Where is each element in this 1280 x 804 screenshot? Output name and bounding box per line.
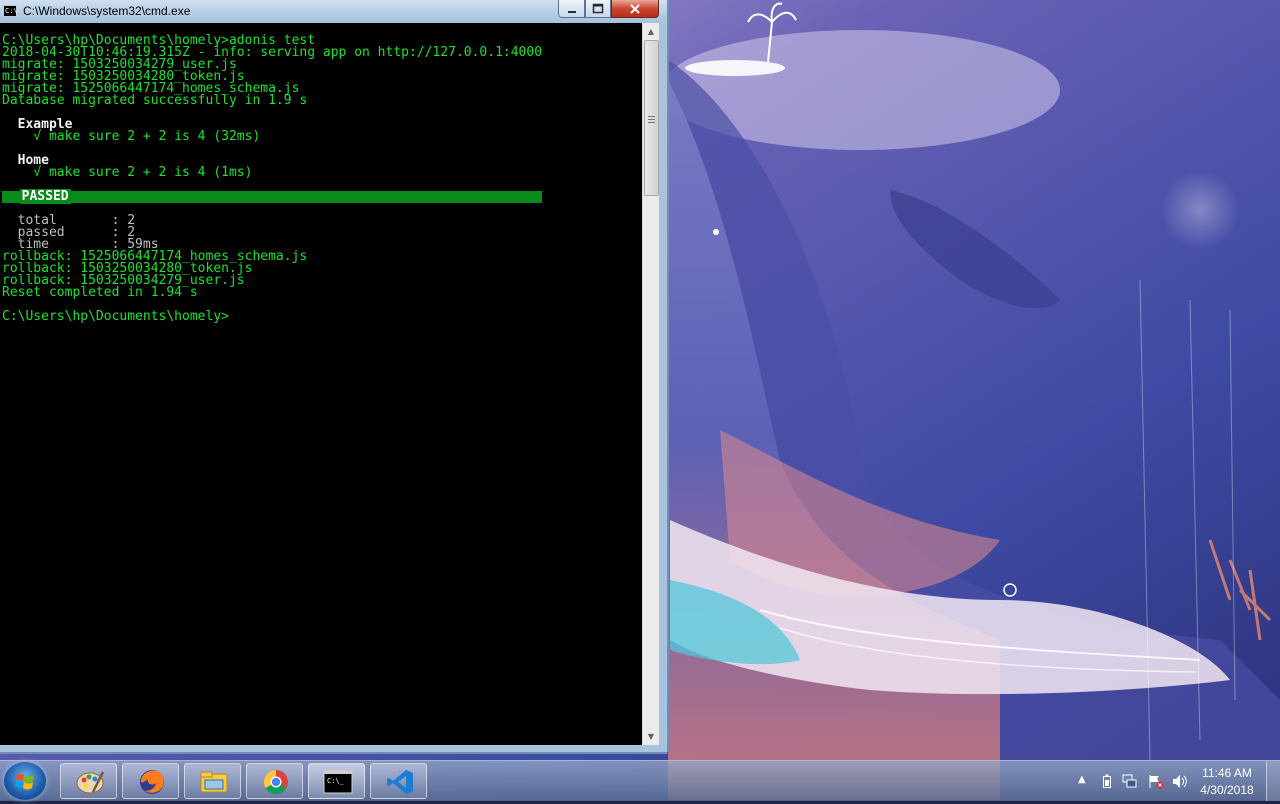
maximize-button[interactable] bbox=[585, 0, 611, 18]
file-explorer-icon bbox=[200, 771, 228, 793]
scroll-down-arrow-icon[interactable]: ▼ bbox=[643, 728, 659, 745]
close-button[interactable] bbox=[611, 0, 659, 18]
clock-time[interactable]: 11:46 AM bbox=[1195, 766, 1259, 781]
scrollbar-thumb[interactable] bbox=[644, 40, 659, 196]
taskbar-file-explorer[interactable] bbox=[184, 763, 241, 799]
console-line: √ make sure 2 + 2 is 4 (32ms) bbox=[2, 129, 542, 144]
maximize-icon bbox=[592, 3, 604, 14]
minimize-icon bbox=[567, 11, 576, 13]
vscode-icon bbox=[387, 770, 413, 794]
show-hidden-icons-arrow[interactable]: ▲ bbox=[1078, 773, 1086, 787]
taskbar-firefox[interactable] bbox=[122, 763, 179, 799]
taskbar-paint[interactable] bbox=[60, 763, 117, 799]
console-line: √ make sure 2 + 2 is 4 (1ms) bbox=[2, 165, 542, 180]
cmd-window-icon[interactable]: C:\ bbox=[3, 5, 18, 17]
minimize-button[interactable] bbox=[558, 0, 585, 18]
taskbar: C:\_ ▲ 11:46 AM 4/30/2018 bbox=[0, 760, 1280, 801]
close-icon bbox=[630, 4, 640, 14]
console-line: C:\Users\hp\Documents\homely> bbox=[2, 309, 229, 324]
window-title: C:\Windows\system32\cmd.exe bbox=[23, 4, 191, 18]
taskbar-chrome[interactable] bbox=[246, 763, 303, 799]
svg-text:C:\_: C:\_ bbox=[327, 777, 345, 785]
taskbar-vscode[interactable] bbox=[370, 763, 427, 799]
flag-action-center-icon[interactable] bbox=[1148, 774, 1164, 789]
scrollbar-grip-icon bbox=[648, 116, 655, 123]
cmd-window[interactable]: C:\ C:\Windows\system32\cmd.exe C:\Users… bbox=[0, 0, 667, 752]
windows-start-icon bbox=[15, 773, 34, 790]
test-result-text: make sure 2 + 2 is 4 (1ms) bbox=[48, 165, 253, 180]
network-icon[interactable] bbox=[1122, 774, 1138, 789]
clock-date[interactable]: 4/30/2018 bbox=[1195, 783, 1259, 798]
battery-icon[interactable] bbox=[1102, 774, 1112, 789]
taskbar-cmd[interactable]: C:\_ bbox=[308, 763, 365, 799]
test-result-text: make sure 2 + 2 is 4 (32ms) bbox=[48, 129, 261, 144]
volume-icon[interactable] bbox=[1172, 774, 1188, 789]
passed-badge: PASSED bbox=[19, 189, 71, 204]
firefox-icon bbox=[140, 770, 164, 794]
vertical-scrollbar[interactable]: ▲ ▼ bbox=[642, 23, 659, 745]
console-line: Reset completed in 1.94 s bbox=[2, 285, 198, 300]
console-output[interactable]: C:\Users\hp\Documents\homely>adonis test… bbox=[0, 23, 642, 745]
console-line: PASSED bbox=[2, 189, 543, 204]
scroll-up-arrow-icon[interactable]: ▲ bbox=[643, 23, 659, 40]
chrome-icon bbox=[263, 770, 288, 795]
console-lines: C:\Users\hp\Documents\homely>adonis test… bbox=[2, 34, 543, 324]
check-mark-icon: √ bbox=[33, 129, 42, 144]
console-line: Database migrated successfully in 1.9 s bbox=[2, 93, 308, 108]
show-desktop-button[interactable] bbox=[1266, 761, 1280, 801]
paint-icon bbox=[76, 771, 105, 794]
window-titlebar[interactable]: C:\ C:\Windows\system32\cmd.exe bbox=[0, 0, 667, 23]
start-button[interactable] bbox=[4, 762, 46, 800]
check-mark-icon: √ bbox=[33, 165, 42, 180]
cmd-icon: C:\_ bbox=[323, 770, 353, 794]
